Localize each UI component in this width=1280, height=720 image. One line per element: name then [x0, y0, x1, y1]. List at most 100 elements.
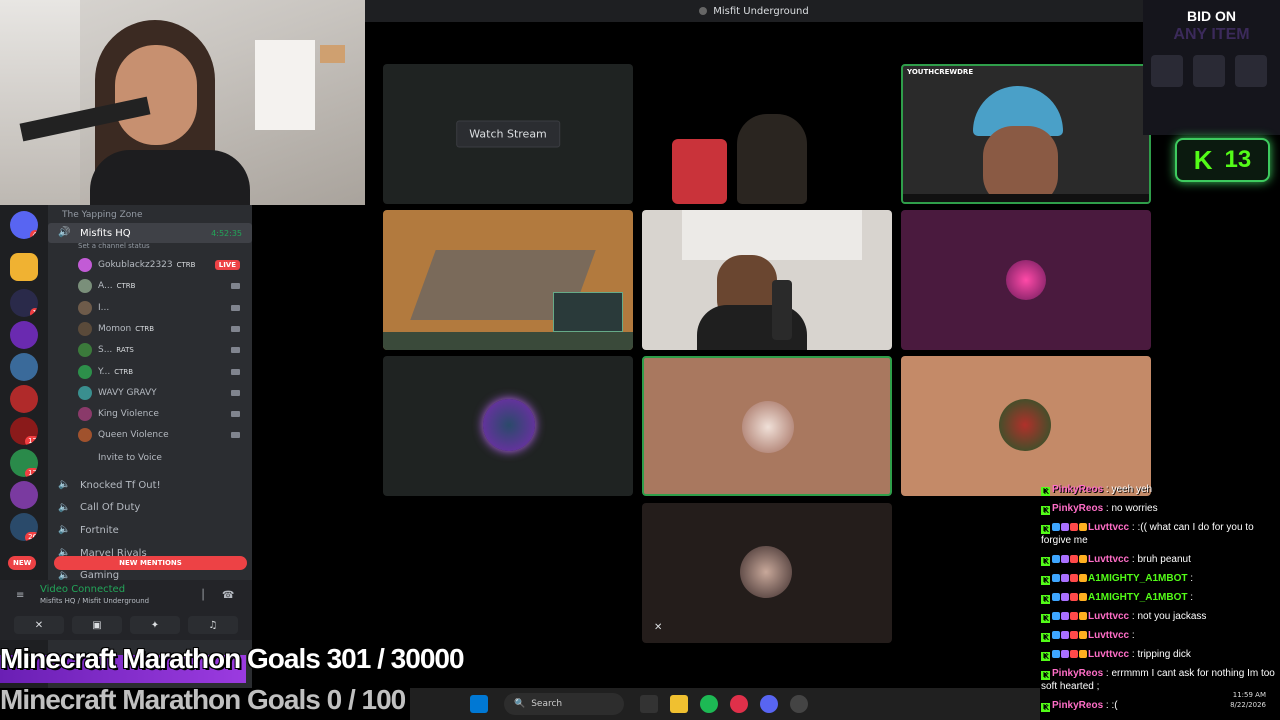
opera-icon[interactable] [730, 695, 748, 713]
voice-channel-active[interactable]: 🔊 Misfits HQ 4:52:35 [48, 223, 252, 243]
server-icon[interactable]: 4 [10, 211, 38, 239]
avatar [78, 300, 92, 315]
voice-member[interactable]: I... [48, 298, 252, 318]
voice-member[interactable]: Momon CTRB [48, 319, 252, 339]
channel-name: Call Of Duty [80, 502, 141, 514]
camera-icon [231, 304, 240, 311]
server-icon[interactable]: 26 [10, 513, 38, 541]
chat-text: :( [1111, 700, 1118, 711]
voice-member[interactable]: WAVY GRAVY [48, 383, 252, 403]
badge-icon [1061, 523, 1069, 531]
avatar [78, 407, 92, 422]
video-tile-10[interactable]: ✕ [642, 503, 892, 643]
channel-timer: 4:52:35 [211, 228, 242, 238]
category-name: The Yapping Zone [62, 210, 143, 220]
speaker-icon: 🔊 [58, 227, 71, 238]
chat-username: Luvttvcc [1088, 649, 1130, 660]
badge-icon [1070, 574, 1078, 582]
new-badge[interactable]: NEW [8, 556, 37, 570]
kick-icon: K [1041, 506, 1050, 515]
ad-subtitle: ANY ITEM [1173, 26, 1250, 43]
video-tile-4[interactable] [383, 210, 633, 350]
noise-icon[interactable]: │ [200, 590, 206, 601]
speaker-icon: 🔈 [58, 501, 71, 513]
server-icon[interactable]: 17 [10, 449, 38, 477]
avatar [483, 399, 535, 451]
badge-icon [1052, 574, 1060, 582]
camera-icon [231, 411, 240, 418]
server-icon[interactable] [10, 353, 38, 381]
live-badge: LIVE [214, 260, 240, 270]
badge-icon [1061, 555, 1069, 563]
viewer-count: 13 [1224, 146, 1252, 173]
speaker-icon: 🔈 [58, 479, 71, 490]
voice-member[interactable]: S... RATS [48, 340, 252, 360]
video-tile-8[interactable] [642, 356, 892, 496]
video-tile-7[interactable] [383, 356, 633, 496]
stream-tile-1[interactable]: Watch Stream [383, 64, 633, 204]
mention-badge: 12 [25, 436, 38, 445]
video-tile-2[interactable] [642, 64, 892, 204]
member-tag: RATS [116, 346, 134, 355]
file-explorer-icon[interactable] [670, 695, 688, 713]
chat-text: tripping dick [1137, 649, 1191, 660]
server-icon[interactable]: 1 [10, 289, 38, 317]
mention-badge: 1 [29, 308, 38, 317]
badge-icon [1070, 631, 1078, 639]
discord-icon[interactable] [760, 695, 778, 713]
window-titlebar: Misfit Underground [365, 0, 1143, 22]
invite-to-voice[interactable]: Invite to Voice [48, 448, 252, 468]
member-name: Y... [98, 366, 111, 377]
avatar [78, 258, 92, 272]
chat-username: Luvttvcc [1088, 554, 1130, 565]
watch-stream-button[interactable]: Watch Stream [456, 120, 560, 148]
activities-button[interactable]: ✦ [130, 616, 180, 634]
search-icon: 🔍 [514, 699, 526, 709]
server-icon[interactable] [10, 481, 38, 509]
ad-title: BID ON [1187, 8, 1236, 24]
voice-channel[interactable]: 🔈 Call Of Duty [48, 498, 252, 518]
avatar [78, 321, 92, 336]
voice-member[interactable]: Queen Violence [48, 425, 252, 445]
camera-off-icon: ✕ [34, 619, 44, 631]
screen-share-button[interactable]: ▣ [72, 616, 122, 634]
channel-status[interactable]: Set a channel status [78, 242, 150, 250]
video-tile-6[interactable] [901, 210, 1151, 350]
voice-member[interactable]: King Violence [48, 404, 252, 424]
participant-label: YOUTHCREWDRE [907, 68, 974, 76]
disconnect-icon[interactable]: ☎ [222, 590, 234, 601]
spotify-icon[interactable] [700, 695, 718, 713]
server-icon[interactable]: 12 [10, 417, 38, 445]
member-name: Momon [98, 323, 132, 334]
badge-icon [1052, 555, 1060, 563]
activities-icon: ✦ [150, 619, 160, 631]
windows-start-icon[interactable] [470, 695, 488, 713]
folder-icon[interactable] [10, 253, 38, 281]
video-tile-5[interactable] [642, 210, 892, 350]
voice-member[interactable]: A... CTRB [48, 276, 252, 296]
mention-badge: 17 [25, 468, 38, 477]
server-icon[interactable] [10, 385, 38, 413]
task-view-icon[interactable] [640, 695, 658, 713]
badge-icon [1079, 593, 1087, 601]
server-icon[interactable] [10, 321, 38, 349]
video-tile-9[interactable] [901, 356, 1151, 496]
camera-icon [231, 432, 240, 439]
avatar [78, 364, 92, 379]
new-mentions-button[interactable]: NEW MENTIONS [54, 556, 247, 570]
camera-off-button[interactable]: ✕ [14, 616, 64, 634]
chat-text: yeeh yeh [1111, 484, 1153, 495]
voice-member[interactable]: Gokublackz2323 CTRB LIVE [48, 255, 252, 275]
category-header[interactable]: The Yapping Zone [48, 205, 252, 225]
taskbar-search[interactable]: 🔍 Search [504, 693, 624, 715]
obs-icon[interactable] [790, 695, 808, 713]
screen: Misfit Underground Watch Stream YOUTHCRE… [0, 0, 1280, 720]
chat-username: PinkyReos [1052, 484, 1104, 495]
voice-channel[interactable]: 🔈 Fortnite [48, 520, 252, 540]
soundboard-button[interactable]: ♫ [188, 616, 238, 634]
voice-channel[interactable]: 🔈 Knocked Tf Out! [48, 475, 252, 495]
invite-label: Invite to Voice [98, 453, 162, 463]
chat-overlay: K PinkyReos : yeeh yeh K PinkyReos : no wor… [1037, 480, 1280, 720]
voice-member[interactable]: Y... CTRB [48, 362, 252, 382]
video-tile-3[interactable]: YOUTHCREWDRE [901, 64, 1151, 204]
